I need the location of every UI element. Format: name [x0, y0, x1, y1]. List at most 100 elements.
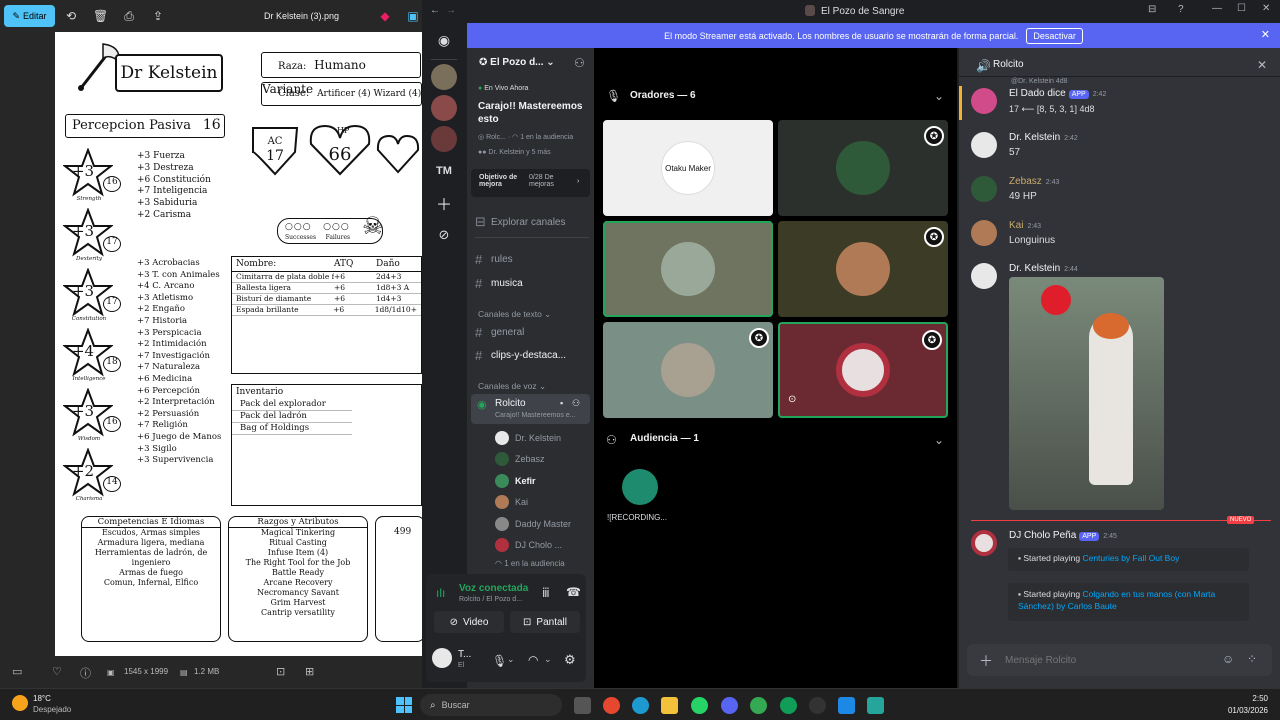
boost-goal[interactable]: Objetivo de mejora 0/28 De mejoras › — [471, 169, 590, 197]
inbox-icon[interactable]: ⊟ — [1148, 4, 1156, 15]
actual-size-icon[interactable]: ⊞ — [305, 665, 314, 678]
emoji-icon[interactable]: ☺ — [1222, 652, 1234, 666]
info-icon[interactable]: ⓘ — [80, 665, 91, 681]
chat-close-icon[interactable]: ✕ — [1257, 58, 1267, 72]
server-icon-3[interactable] — [431, 126, 457, 152]
print-icon[interactable]: ⎙ — [122, 9, 136, 23]
weather-icon[interactable] — [12, 695, 28, 711]
speakers-collapse-icon[interactable]: ⌄ — [934, 89, 944, 103]
voice-channel-rolcito[interactable]: ◉ Rolcito Carajo!! Mastereemos e... ▪ ⚇ — [471, 394, 590, 424]
add-server-icon[interactable]: ＋ — [431, 190, 457, 216]
hash-icon: # — [475, 347, 483, 363]
discord-icon[interactable] — [721, 697, 738, 714]
disconnect-icon[interactable]: ☎ — [566, 585, 581, 599]
delete-icon[interactable]: 🗑 — [93, 9, 108, 23]
weapon-atk: +6 — [334, 272, 346, 281]
settings-gear-icon[interactable]: ⚙ — [564, 652, 576, 668]
copilot-icon[interactable]: ◆ — [378, 9, 392, 23]
banner-close-icon[interactable]: ✕ — [1261, 28, 1270, 41]
screen-share-button[interactable]: ⊡ Pantall — [510, 611, 580, 633]
chrome-profile-2-icon[interactable] — [780, 697, 797, 714]
noise-icon[interactable]: ⅲ — [542, 586, 550, 600]
app-icon[interactable] — [809, 697, 826, 714]
filmstrip-icon[interactable]: ▭ — [12, 665, 22, 678]
dimensions-icon: ▣ — [107, 668, 115, 677]
attach-plus-icon[interactable]: ＋ — [979, 651, 993, 671]
clock-time[interactable]: 2:50 — [1222, 694, 1268, 703]
channel-general[interactable]: # general — [475, 322, 589, 342]
edit-button[interactable]: ✎ Editar — [4, 5, 55, 27]
voice-user[interactable]: DJ Cholo ... — [495, 536, 587, 555]
help-icon[interactable]: ? — [1178, 4, 1184, 15]
explore-channels[interactable]: ⊟ Explorar canales — [475, 212, 589, 232]
audience-collapse-icon[interactable]: ⌄ — [934, 433, 944, 447]
headphones-icon[interactable]: ◠ — [528, 653, 538, 667]
server-header[interactable]: ✪ El Pozo d... ⌄ — [479, 57, 555, 68]
server-icon-small — [805, 5, 815, 16]
speaker-tile-1[interactable]: Otaku Maker — [603, 120, 773, 216]
event-title[interactable]: Carajo!! Mastereemos esto — [478, 100, 590, 126]
speaker-tile-3[interactable] — [603, 221, 773, 317]
user-avatar[interactable] — [432, 648, 452, 668]
video-button[interactable]: ⊘ Video — [434, 611, 504, 633]
forward-arrow-icon[interactable]: → — [446, 5, 456, 16]
voice-channels-category[interactable]: Canales de voz ⌄ — [478, 381, 546, 392]
speaker-tile-6[interactable]: ✪ ⊙ — [778, 322, 948, 418]
edge-icon[interactable] — [632, 697, 649, 714]
message-5[interactable]: Dr. Kelstein 2:44 — [971, 263, 1271, 513]
chrome-profile-icon[interactable] — [750, 697, 767, 714]
channel-rules[interactable]: # rules — [475, 249, 589, 269]
invite-icon[interactable]: ⚇ — [574, 56, 585, 70]
voice-user[interactable]: Kai — [495, 493, 587, 512]
text-channels-category[interactable]: Canales de texto ⌄ — [478, 309, 551, 320]
fit-icon[interactable]: ⊡ — [276, 665, 285, 678]
channel-clips[interactable]: # clips-y-destaca... — [475, 345, 589, 365]
voice-user[interactable]: Zebasz — [495, 450, 587, 469]
share-icon[interactable]: ⇪ — [151, 9, 165, 23]
attached-photo[interactable] — [1009, 277, 1164, 510]
add-member-icon[interactable]: ⚇ — [572, 398, 580, 409]
task-view-icon[interactable] — [574, 697, 591, 714]
speaker-tile-5[interactable]: ✪ — [603, 322, 773, 418]
apps-icon[interactable]: ⁘ — [1247, 652, 1257, 666]
file-explorer-icon[interactable] — [661, 697, 678, 714]
whatsapp-icon[interactable] — [691, 697, 708, 714]
message-input[interactable] — [1005, 651, 1205, 669]
discord-home-icon[interactable]: ◉ — [431, 27, 457, 53]
voice-user[interactable]: Daddy Master — [495, 514, 587, 533]
clock-date[interactable]: 01/03/2026 — [1222, 706, 1268, 715]
deactivate-button[interactable]: Desactivar — [1026, 27, 1083, 44]
server-icon-1[interactable] — [431, 64, 457, 90]
speaker-avatar — [836, 242, 890, 296]
notepad-icon[interactable] — [867, 697, 884, 714]
server-icon-2[interactable] — [431, 95, 457, 121]
speaker-tile-4[interactable]: ✪ — [778, 221, 948, 317]
mic-chevron-icon[interactable]: ⌄ — [507, 654, 515, 665]
chat-bubble-icon[interactable]: ▪ — [560, 398, 563, 408]
voice-user-avatar — [495, 538, 509, 552]
author-name: Dr. Kelstein — [1009, 263, 1061, 274]
back-arrow-icon[interactable]: ← — [430, 5, 440, 16]
song-link[interactable]: Centuries by Fall Out Boy — [1082, 553, 1179, 563]
channel-musica[interactable]: # musica — [475, 273, 589, 293]
voice-connected[interactable]: Voz conectada — [459, 583, 528, 594]
server-tm[interactable]: TM — [431, 158, 457, 184]
voice-user[interactable]: Dr. Kelstein — [495, 428, 587, 447]
maximize-icon[interactable]: ☐ — [1237, 3, 1246, 14]
chrome-icon[interactable] — [603, 697, 620, 714]
audience-avatar[interactable] — [622, 469, 658, 505]
rotate-icon[interactable]: ⟲ — [64, 9, 78, 23]
event-audience: 1 en la audiencia — [520, 134, 574, 141]
taskbar-search[interactable]: ⌕ Buscar — [420, 694, 562, 716]
close-window-icon[interactable]: ✕ — [1262, 3, 1270, 14]
minimize-icon[interactable]: — — [1212, 3, 1222, 14]
start-button-icon[interactable] — [396, 697, 412, 713]
microphone-icon[interactable]: 🎙 — [492, 654, 507, 668]
explore-servers-icon[interactable]: ⊘ — [431, 222, 457, 248]
speaker-tile-2[interactable]: ✪ — [778, 120, 948, 216]
fullscreen-icon[interactable]: ▣ — [406, 9, 420, 23]
voice-user[interactable]: Kefir — [495, 471, 587, 490]
favorite-icon[interactable]: ♡ — [52, 665, 62, 678]
photos-icon[interactable] — [838, 697, 855, 714]
headphones-chevron-icon[interactable]: ⌄ — [544, 654, 552, 665]
